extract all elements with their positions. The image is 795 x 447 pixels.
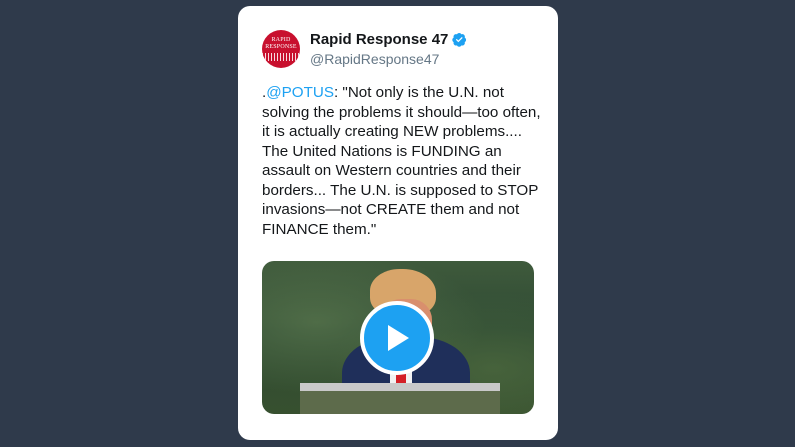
- user-handle[interactable]: @RapidResponse47: [310, 51, 439, 67]
- display-name[interactable]: Rapid Response 47: [310, 31, 448, 48]
- tweet-text-body: : "Not only is the U.N. not solving the …: [262, 84, 541, 238]
- avatar-text-line1: RAPID: [271, 37, 291, 43]
- play-button[interactable]: [360, 301, 434, 375]
- avatar-building-graphic: [262, 53, 300, 61]
- video-podium: [300, 383, 500, 391]
- tweet-text: .@POTUS: "Not only is the U.N. not solvi…: [262, 83, 552, 239]
- play-icon: [388, 325, 409, 351]
- tweet-card: RAPID RESPONSE Rapid Response 47 @RapidR…: [238, 6, 558, 440]
- verified-badge-icon: [452, 32, 467, 47]
- video-thumbnail[interactable]: [262, 261, 534, 414]
- name-row: Rapid Response 47: [310, 31, 467, 48]
- mention-link[interactable]: @POTUS: [266, 84, 334, 101]
- avatar-text-line2: RESPONSE: [265, 44, 297, 50]
- video-podium-body: [300, 391, 500, 414]
- avatar[interactable]: RAPID RESPONSE: [262, 30, 300, 68]
